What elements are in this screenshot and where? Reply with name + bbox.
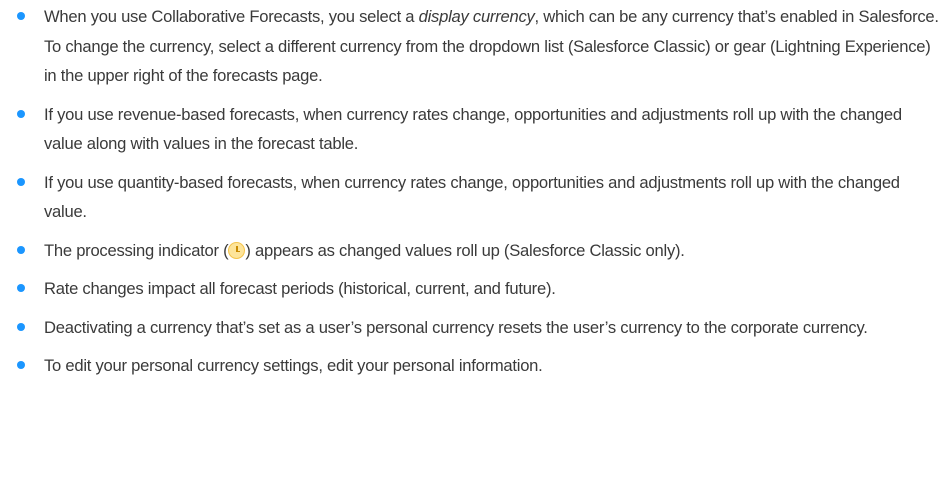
bullet-icon [17,361,25,369]
list-item: If you use revenue-based forecasts, when… [17,100,951,159]
list-item: Deactivating a currency that’s set as a … [17,313,951,343]
document: When you use Collaborative Forecasts, yo… [0,2,951,501]
item-text: When you use Collaborative Forecasts, yo… [44,7,419,26]
item-text: ) appears as changed values roll up (Sal… [245,240,685,260]
bullet-icon [17,177,25,186]
clock-icon [228,241,246,259]
list-item: If you use quantity-based forecasts, whe… [17,168,951,227]
bullet-list: When you use Collaborative Forecasts, yo… [0,2,951,381]
bullet-icon [17,245,25,254]
item-text: Rate changes impact all forecast periods… [44,279,556,298]
list-item: Rate changes impact all forecast periods… [17,274,951,304]
list-item: The processing indicator ( ) appears as c… [17,236,951,266]
bullet-icon [17,12,25,20]
item-text: Deactivating a currency that’s set as a … [44,317,868,337]
item-text: If you use quantity-based forecasts, whe… [44,172,900,222]
item-text: The processing indicator ( [44,240,229,260]
item-emphasis: display currency [418,7,535,26]
bullet-icon [17,322,25,331]
list-item: When you use Collaborative Forecasts, yo… [17,2,951,91]
item-text: If you use revenue-based forecasts, when… [44,104,902,154]
bullet-icon [17,109,25,118]
bullet-icon [17,284,25,292]
list-item: To edit your personal currency settings,… [17,351,951,381]
item-text: To edit your personal currency settings,… [44,356,543,375]
